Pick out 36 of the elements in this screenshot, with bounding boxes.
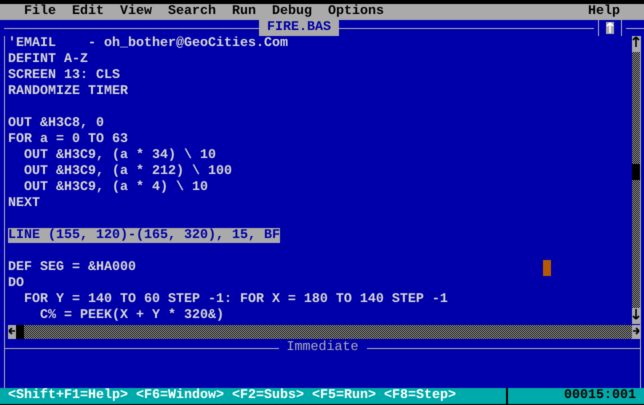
text-cursor bbox=[543, 260, 551, 276]
menu-item[interactable]: View bbox=[112, 4, 160, 20]
code-line: SCREEN 13: CLS bbox=[8, 68, 120, 83]
menu-item[interactable]: Run bbox=[224, 4, 264, 20]
menu-item[interactable]: File bbox=[16, 4, 64, 20]
code-line: FOR Y = 140 TO 60 STEP -1: FOR X = 180 TO 140 STEP -1 bbox=[22, 292, 448, 307]
code-line: FOR a = 0 TO 63 bbox=[8, 132, 128, 147]
code-line: DO bbox=[8, 276, 24, 291]
scroll-left-icon[interactable] bbox=[8, 325, 16, 337]
code-line: DEF SEG = &HA000 bbox=[8, 260, 136, 275]
maximize-button[interactable] bbox=[598, 20, 622, 36]
code-line: RANDOMIZE TIMER bbox=[8, 84, 128, 99]
cursor-position: 00015:001 bbox=[506, 388, 644, 404]
scroll-up-icon[interactable] bbox=[632, 36, 640, 48]
vertical-scrollbar[interactable] bbox=[632, 36, 640, 324]
window-title: Immediate bbox=[286, 340, 360, 356]
maximize-icon bbox=[606, 22, 614, 34]
menu-item[interactable]: Help bbox=[580, 4, 628, 20]
scroll-thumb[interactable] bbox=[632, 164, 640, 180]
code-line: OUT &H3C9, (a * 212) \ 100 bbox=[22, 164, 232, 179]
code-line: OUT &H3C9, (a * 34) \ 10 bbox=[22, 148, 216, 163]
code-line: DEFINT A-Z bbox=[8, 52, 88, 67]
code-line: OUT &H3C8, 0 bbox=[8, 116, 104, 131]
menu-item[interactable]: Edit bbox=[64, 4, 112, 20]
menu-item[interactable]: Debug bbox=[264, 4, 320, 20]
code-line: 'EMAIL - oh_bother@GeoCities.Com bbox=[8, 36, 288, 51]
horizontal-scrollbar[interactable] bbox=[8, 325, 640, 339]
scroll-right-icon[interactable] bbox=[632, 325, 640, 337]
code-line: OUT &H3C9, (a * 4) \ 10 bbox=[22, 180, 208, 195]
window-title: FIRE.BAS bbox=[259, 20, 339, 36]
menu-item[interactable]: Options bbox=[320, 4, 392, 20]
code-line: C% = PEEK(X + Y * 320&) bbox=[38, 308, 224, 323]
menu-item[interactable]: Search bbox=[160, 4, 224, 20]
code-line: NEXT bbox=[8, 196, 40, 211]
scroll-down-icon[interactable] bbox=[632, 308, 640, 320]
scroll-thumb[interactable] bbox=[16, 325, 24, 339]
